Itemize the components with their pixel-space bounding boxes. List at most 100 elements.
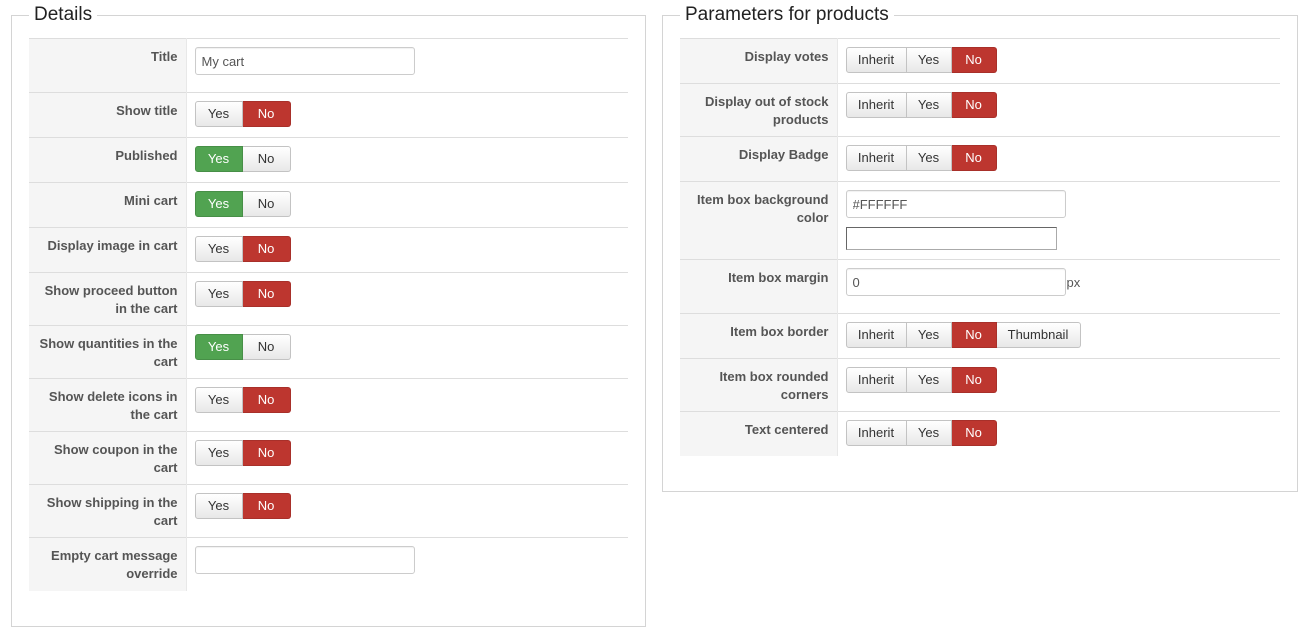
border-inherit-button[interactable]: Inherit	[845, 322, 907, 348]
coupon-row: Show coupon in the cart Yes No	[29, 431, 628, 485]
show-title-no-button[interactable]: No	[242, 101, 291, 127]
rounded-label: Item box rounded corners	[680, 358, 838, 412]
rounded-toggle: Inherit Yes No	[845, 367, 997, 393]
shipping-yes-button[interactable]: Yes	[194, 493, 243, 519]
proceed-button-row: Show proceed button in the cart Yes No	[29, 272, 628, 326]
published-row: Published Yes No	[29, 137, 628, 183]
bg-color-label: Item box background color	[680, 181, 838, 260]
border-row: Item box border Inherit Yes No Thumbnail	[680, 313, 1280, 359]
delete-icons-yes-button[interactable]: Yes	[194, 387, 243, 413]
published-yes-button[interactable]: Yes	[194, 146, 243, 172]
delete-icons-row: Show delete icons in the cart Yes No	[29, 378, 628, 432]
coupon-toggle: Yes No	[194, 440, 291, 466]
centered-no-button[interactable]: No	[951, 420, 997, 446]
mini-cart-no-button[interactable]: No	[242, 191, 291, 217]
rounded-row: Item box rounded corners Inherit Yes No	[680, 358, 1280, 412]
rounded-yes-button[interactable]: Yes	[906, 367, 952, 393]
border-toggle: Inherit Yes No Thumbnail	[845, 322, 1081, 348]
badge-row: Display Badge Inherit Yes No	[680, 136, 1280, 182]
votes-label: Display votes	[680, 38, 838, 84]
details-legend: Details	[34, 4, 93, 25]
votes-no-button[interactable]: No	[951, 47, 997, 73]
show-title-yes-button[interactable]: Yes	[194, 101, 243, 127]
coupon-yes-button[interactable]: Yes	[194, 440, 243, 466]
show-title-row: Show title Yes No	[29, 92, 628, 138]
shipping-no-button[interactable]: No	[242, 493, 291, 519]
params-panel: Parameters for products Display votes In…	[662, 5, 1298, 492]
display-image-yes-button[interactable]: Yes	[194, 236, 243, 262]
shipping-toggle: Yes No	[194, 493, 291, 519]
centered-row: Text centered Inherit Yes No	[680, 411, 1280, 456]
badge-no-button[interactable]: No	[951, 145, 997, 171]
proceed-button-yes-button[interactable]: Yes	[194, 281, 243, 307]
centered-toggle: Inherit Yes No	[845, 420, 997, 446]
mini-cart-yes-button[interactable]: Yes	[194, 191, 243, 217]
border-thumbnail-button[interactable]: Thumbnail	[996, 322, 1081, 348]
bg-color-swatch[interactable]	[845, 227, 1057, 250]
badge-label: Display Badge	[680, 136, 838, 182]
display-image-toggle: Yes No	[194, 236, 291, 262]
published-label: Published	[29, 137, 187, 183]
out-of-stock-yes-button[interactable]: Yes	[906, 92, 952, 118]
rounded-no-button[interactable]: No	[951, 367, 997, 393]
bg-color-row: Item box background color	[680, 181, 1280, 260]
delete-icons-label: Show delete icons in the cart	[29, 378, 187, 432]
mini-cart-label: Mini cart	[29, 182, 187, 228]
badge-yes-button[interactable]: Yes	[906, 145, 952, 171]
empty-msg-row: Empty cart message override	[29, 537, 628, 591]
votes-toggle: Inherit Yes No	[845, 47, 997, 73]
title-input[interactable]	[194, 47, 415, 75]
centered-label: Text centered	[680, 411, 838, 456]
badge-toggle: Inherit Yes No	[845, 145, 997, 171]
centered-inherit-button[interactable]: Inherit	[845, 420, 907, 446]
empty-msg-input[interactable]	[194, 546, 415, 574]
centered-yes-button[interactable]: Yes	[906, 420, 952, 446]
params-legend: Parameters for products	[685, 4, 889, 25]
proceed-button-label: Show proceed button in the cart	[29, 272, 187, 326]
votes-inherit-button[interactable]: Inherit	[845, 47, 907, 73]
border-yes-button[interactable]: Yes	[906, 322, 952, 348]
votes-yes-button[interactable]: Yes	[906, 47, 952, 73]
proceed-button-toggle: Yes No	[194, 281, 291, 307]
shipping-label: Show shipping in the cart	[29, 484, 187, 538]
details-table: Title Show title Yes No Published Yes No…	[29, 38, 628, 591]
coupon-label: Show coupon in the cart	[29, 431, 187, 485]
badge-inherit-button[interactable]: Inherit	[845, 145, 907, 171]
coupon-no-button[interactable]: No	[242, 440, 291, 466]
quantities-yes-button[interactable]: Yes	[194, 334, 243, 360]
bg-color-input[interactable]	[845, 190, 1066, 218]
quantities-no-button[interactable]: No	[242, 334, 291, 360]
quantities-toggle: Yes No	[194, 334, 291, 360]
display-image-row: Display image in cart Yes No	[29, 227, 628, 273]
out-of-stock-toggle: Inherit Yes No	[845, 92, 997, 118]
display-image-label: Display image in cart	[29, 227, 187, 273]
mini-cart-toggle: Yes No	[194, 191, 291, 217]
votes-row: Display votes Inherit Yes No	[680, 38, 1280, 84]
published-toggle: Yes No	[194, 146, 291, 172]
border-no-button[interactable]: No	[951, 322, 997, 348]
out-of-stock-row: Display out of stock products Inherit Ye…	[680, 83, 1280, 137]
params-table: Display votes Inherit Yes No Display out…	[680, 38, 1280, 456]
rounded-inherit-button[interactable]: Inherit	[845, 367, 907, 393]
out-of-stock-label: Display out of stock products	[680, 83, 838, 137]
show-title-label: Show title	[29, 92, 187, 138]
quantities-label: Show quantities in the cart	[29, 325, 187, 379]
display-image-no-button[interactable]: No	[242, 236, 291, 262]
details-panel: Details Title Show title Yes No Publishe…	[11, 5, 646, 627]
out-of-stock-inherit-button[interactable]: Inherit	[845, 92, 907, 118]
margin-row: Item box margin px	[680, 259, 1280, 314]
title-row: Title	[29, 38, 628, 93]
proceed-button-no-button[interactable]: No	[242, 281, 291, 307]
shipping-row: Show shipping in the cart Yes No	[29, 484, 628, 538]
title-label: Title	[29, 38, 187, 93]
published-no-button[interactable]: No	[242, 146, 291, 172]
mini-cart-row: Mini cart Yes No	[29, 182, 628, 228]
delete-icons-toggle: Yes No	[194, 387, 291, 413]
delete-icons-no-button[interactable]: No	[242, 387, 291, 413]
border-label: Item box border	[680, 313, 838, 359]
margin-input[interactable]	[845, 268, 1066, 296]
quantities-row: Show quantities in the cart Yes No	[29, 325, 628, 379]
out-of-stock-no-button[interactable]: No	[951, 92, 997, 118]
show-title-toggle: Yes No	[194, 101, 291, 127]
empty-msg-label: Empty cart message override	[29, 537, 187, 591]
